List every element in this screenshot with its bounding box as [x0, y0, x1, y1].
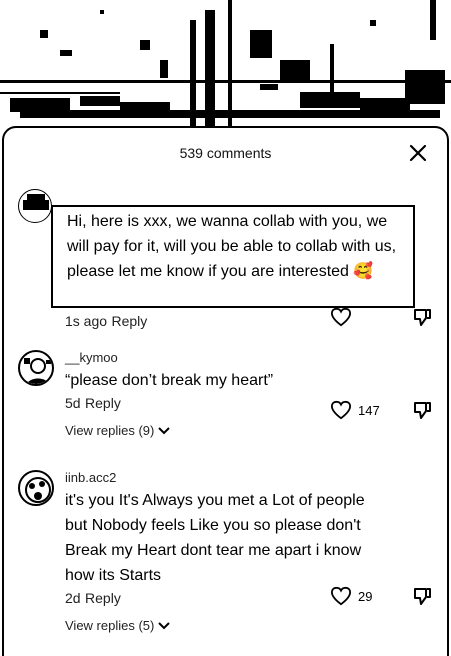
- comment-text: Hi, here is xxx, we wanna collab with yo…: [67, 213, 397, 280]
- reply-button[interactable]: Reply: [112, 313, 148, 329]
- comment-time: 2d: [65, 590, 81, 606]
- like-button[interactable]: [330, 307, 352, 327]
- comment-username[interactable]: iinb.acc2: [65, 470, 365, 486]
- like-count: 29: [358, 588, 373, 604]
- view-replies-button[interactable]: View replies (9): [65, 423, 171, 438]
- highlighted-comment-box: Hi, here is xxx, we wanna collab with yo…: [51, 205, 415, 308]
- reply-button[interactable]: Reply: [85, 395, 121, 411]
- chevron-down-icon: [158, 621, 171, 629]
- view-replies-label: View replies (5): [65, 618, 155, 633]
- comments-panel: 539 comments Hi, here is xxx, we wanna c…: [2, 126, 449, 656]
- background-photo: [0, 0, 451, 140]
- avatar[interactable]: [18, 470, 54, 506]
- like-button[interactable]: 147: [330, 400, 380, 420]
- avatar[interactable]: [18, 350, 54, 386]
- reply-button[interactable]: Reply: [85, 590, 121, 606]
- view-replies-label: View replies (9): [65, 423, 155, 438]
- thumbs-down-icon: [414, 309, 431, 326]
- dislike-button[interactable]: [412, 307, 432, 332]
- thumbs-down-icon: [414, 588, 431, 605]
- like-count: 147: [358, 402, 380, 418]
- like-button[interactable]: 29: [330, 586, 372, 606]
- avatar[interactable]: [18, 189, 52, 223]
- comment-time: 1s ago: [65, 313, 108, 329]
- thumbs-down-icon: [414, 402, 431, 419]
- comment-text: “please don’t break my heart”: [65, 372, 274, 389]
- close-button[interactable]: [407, 142, 429, 164]
- dislike-button[interactable]: [412, 400, 432, 425]
- dislike-button[interactable]: [412, 586, 432, 611]
- chevron-down-icon: [158, 426, 171, 434]
- heart-icon: [330, 586, 352, 606]
- comment-username[interactable]: __kymoo: [65, 350, 273, 366]
- comment-item: __kymoo “please don’t break my heart” 5d…: [4, 346, 451, 456]
- comment-text: it's you It's Always you met a Lot of pe…: [65, 492, 365, 584]
- comment-time: 5d: [65, 395, 81, 411]
- comments-count-title: 539 comments: [179, 145, 272, 161]
- comment-item: Hi, here is xxx, we wanna collab with yo…: [4, 183, 451, 333]
- view-replies-button[interactable]: View replies (5): [65, 618, 171, 633]
- close-icon: [409, 144, 427, 162]
- heart-icon: [330, 307, 352, 327]
- heart-icon: [330, 400, 352, 420]
- comment-item: iinb.acc2 it's you It's Always you met a…: [4, 466, 451, 656]
